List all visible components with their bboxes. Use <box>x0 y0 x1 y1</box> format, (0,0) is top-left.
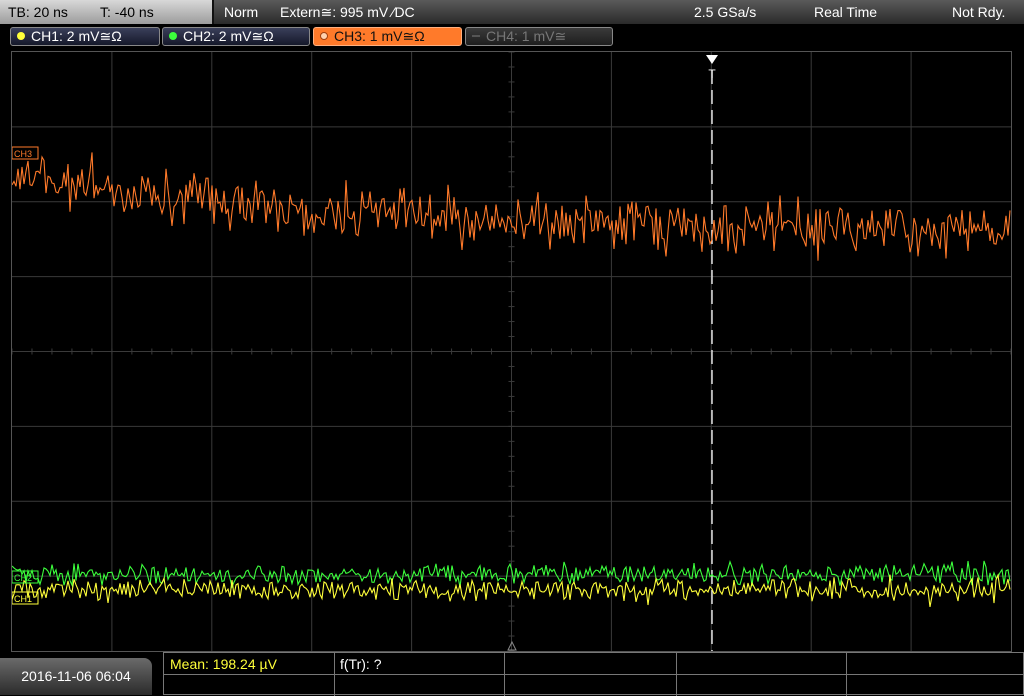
svg-text:CH1: CH1 <box>14 594 32 604</box>
channel-3-button[interactable]: CH3: 1 mV≅Ω <box>313 27 462 46</box>
channel-2-label: CH2: 2 mV≅Ω <box>183 28 274 44</box>
mean-measurement: Mean: 198.24 µV <box>170 656 277 672</box>
channel-3-indicator-icon <box>320 32 328 40</box>
trigger-time-label: T: -40 ns <box>100 4 154 20</box>
channel-2-indicator-icon <box>169 32 177 40</box>
trigger-frequency-measurement: f(Tr): ? <box>340 656 382 672</box>
channel-4-button[interactable]: CH4: 1 mV≅ <box>465 27 613 46</box>
channel-3-offset-marker[interactable]: CH3 <box>12 146 39 160</box>
bottom-bar: 2016-11-06 06:04 Mean: 198.24 µV f(Tr): … <box>0 652 1024 696</box>
waveform-display[interactable]: T CH3 CH2 CH1 <box>11 51 1012 652</box>
channel-2-button[interactable]: CH2: 2 mV≅Ω <box>162 27 310 46</box>
measurement-divider <box>846 653 847 696</box>
timebase-label: TB: 20 ns <box>8 4 68 20</box>
channel-1-label: CH1: 2 mV≅Ω <box>31 28 122 44</box>
measurement-divider <box>164 674 1024 675</box>
channel-1-offset-marker[interactable]: CH1 <box>12 591 39 605</box>
date-time-display: 2016-11-06 06:04 <box>0 658 152 695</box>
channel-4-label: CH4: 1 mV≅ <box>486 28 567 44</box>
measurement-divider <box>504 653 505 696</box>
channel-1-button[interactable]: CH1: 2 mV≅Ω <box>10 27 160 46</box>
timebase-box[interactable]: TB: 20 ns T: -40 ns <box>0 0 214 24</box>
acquisition-mode[interactable]: Real Time <box>814 0 877 24</box>
trigger-arrow-icon[interactable] <box>706 55 718 64</box>
trigger-source[interactable]: Extern≅: 995 mV ∕DC <box>280 0 415 24</box>
trigger-mode[interactable]: Norm <box>224 0 258 24</box>
trigger-status: Not Rdy. <box>952 4 1006 20</box>
channel-bar: CH1: 2 mV≅Ω CH2: 2 mV≅Ω CH3: 1 mV≅Ω CH4:… <box>0 24 1024 50</box>
waveform-canvas: T CH3 CH2 CH1 <box>12 52 1011 651</box>
measurement-divider <box>676 653 677 696</box>
channel-1-indicator-icon <box>17 32 25 40</box>
graticule <box>12 52 1011 651</box>
channel-4-indicator-icon <box>472 35 480 37</box>
channel-3-label: CH3: 1 mV≅Ω <box>334 28 425 44</box>
measurement-divider <box>334 653 335 696</box>
measurement-panel[interactable]: Mean: 198.24 µV f(Tr): ? <box>163 652 1024 696</box>
svg-text:CH2: CH2 <box>14 573 32 583</box>
status-bar: TB: 20 ns T: -40 ns Norm Extern≅: 995 mV… <box>0 0 1024 24</box>
sample-rate: 2.5 GSa/s <box>694 4 757 20</box>
trigger-marker-label: T <box>708 67 716 81</box>
svg-text:CH3: CH3 <box>14 149 32 159</box>
